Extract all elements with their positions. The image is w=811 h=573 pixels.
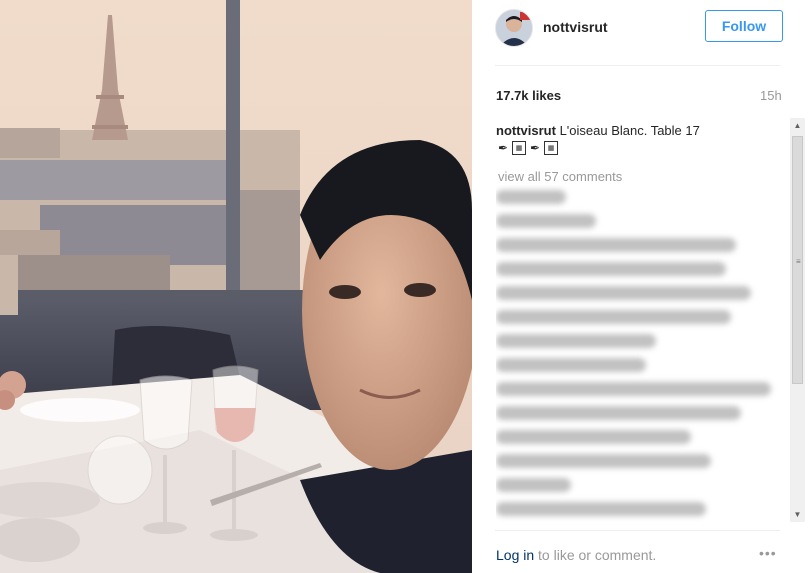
divider xyxy=(495,530,780,531)
blurred-comment xyxy=(496,502,706,516)
comments-scrollbar[interactable]: ▲ ≡ ▼ xyxy=(790,118,805,522)
blurred-comment xyxy=(496,382,771,396)
view-all-comments-link[interactable]: view all 57 comments xyxy=(498,168,796,185)
scroll-down-arrow-icon[interactable]: ▼ xyxy=(790,507,805,522)
caption-text: L'oiseau Blanc. Table 17 xyxy=(555,123,700,138)
login-prompt: Log in to like or comment. xyxy=(496,547,656,563)
emoji-icon: ▦ xyxy=(512,141,526,155)
divider xyxy=(495,65,780,66)
caption: nottvisrut L'oiseau Blanc. Table 17 xyxy=(496,122,796,139)
photo-image xyxy=(0,0,472,573)
blurred-comment xyxy=(496,430,691,444)
blurred-comment xyxy=(496,454,711,468)
blurred-comment xyxy=(496,478,571,492)
blurred-comment xyxy=(496,214,596,228)
blurred-comment xyxy=(496,406,741,420)
blurred-comment xyxy=(496,310,731,324)
caption-emoji-row: ✒ ▦ ✒ ▦ xyxy=(496,141,796,155)
post-viewer: nottvisrut Follow 17.7k likes 15h nottvi… xyxy=(0,0,811,573)
post-age[interactable]: 15h xyxy=(760,88,782,103)
comments-section: nottvisrut L'oiseau Blanc. Table 17 ✒ ▦ … xyxy=(496,122,796,522)
blurred-comment xyxy=(496,358,646,372)
blurred-comment xyxy=(496,334,656,348)
emoji-icon: ✒ xyxy=(497,140,509,155)
blurred-comments xyxy=(496,190,796,522)
blurred-comment xyxy=(496,262,726,276)
caption-username[interactable]: nottvisrut xyxy=(496,123,556,138)
blurred-comment xyxy=(496,190,566,204)
avatar-icon xyxy=(496,10,532,46)
scroll-up-arrow-icon[interactable]: ▲ xyxy=(790,118,805,133)
grip-icon: ≡ xyxy=(796,257,801,266)
scroll-thumb[interactable]: ≡ xyxy=(792,136,803,384)
blurred-comment xyxy=(496,238,736,252)
post-sidebar: nottvisrut Follow 17.7k likes 15h nottvi… xyxy=(472,0,811,573)
emoji-icon: ✒ xyxy=(529,140,541,155)
more-options-icon[interactable]: ••• xyxy=(759,545,777,561)
login-prompt-text: to like or comment. xyxy=(534,547,657,563)
post-username[interactable]: nottvisrut xyxy=(543,19,608,35)
login-link[interactable]: Log in xyxy=(496,547,534,563)
emoji-icon: ▦ xyxy=(544,141,558,155)
avatar[interactable] xyxy=(495,9,533,47)
follow-button[interactable]: Follow xyxy=(705,10,783,42)
post-header: nottvisrut Follow xyxy=(472,0,811,66)
post-photo[interactable] xyxy=(0,0,472,573)
blurred-comment xyxy=(496,286,751,300)
likes-count[interactable]: 17.7k likes xyxy=(496,88,561,103)
